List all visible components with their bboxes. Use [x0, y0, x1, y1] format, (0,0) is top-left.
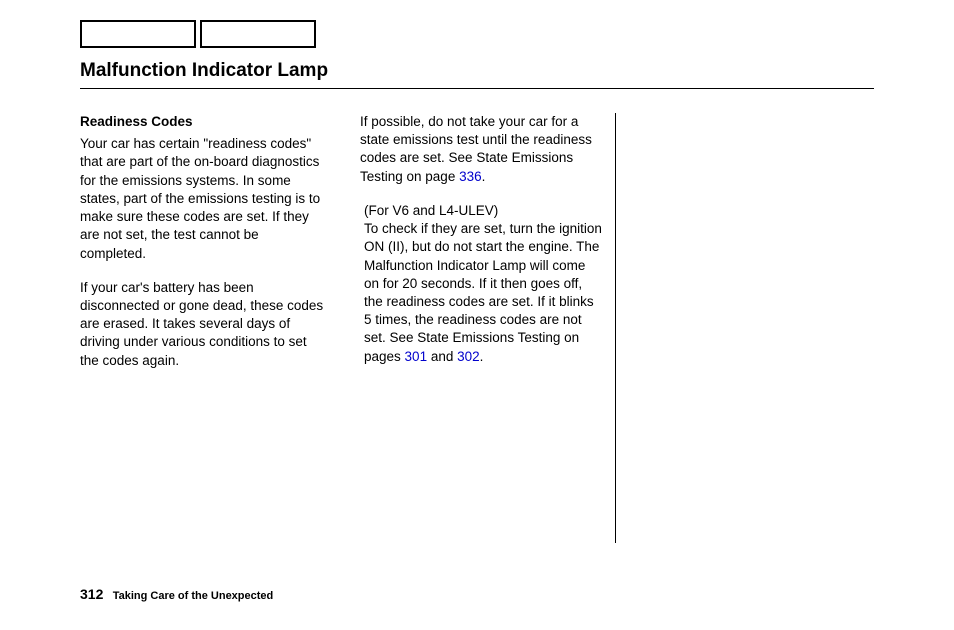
col1-para1: Your car has certain "readiness codes" t… [80, 135, 324, 263]
col2-para2-text-a: To check if they are set, turn the ignit… [364, 221, 602, 364]
page-footer: 312 Taking Care of the Unexpected [80, 586, 273, 602]
col2-para2-text-b: . [480, 349, 484, 364]
header-boxes [80, 20, 874, 48]
page-link-301[interactable]: 301 [405, 349, 428, 364]
header-box-2 [200, 20, 316, 48]
column-2: If possible, do not take your car for a … [348, 113, 616, 543]
page-link-302[interactable]: 302 [457, 349, 480, 364]
col2-para2: (For V6 and L4-ULEV) To check if they ar… [360, 202, 603, 366]
col2-para1: If possible, do not take your car for a … [360, 113, 603, 186]
column-1: Readiness Codes Your car has certain "re… [80, 113, 348, 543]
page-link-336[interactable]: 336 [459, 169, 482, 184]
page-title: Malfunction Indicator Lamp [80, 60, 874, 89]
col1-para2: If your car's battery has been disconnec… [80, 279, 324, 370]
page-number: 312 [80, 586, 103, 602]
col2-para2-note: (For V6 and L4-ULEV) [364, 203, 498, 218]
header-box-1 [80, 20, 196, 48]
footer-section: Taking Care of the Unexpected [113, 590, 274, 602]
subheading-readiness: Readiness Codes [80, 113, 324, 131]
content-columns: Readiness Codes Your car has certain "re… [80, 113, 874, 543]
col2-para2-mid: and [427, 349, 457, 364]
col2-para1-text-b: . [482, 169, 486, 184]
